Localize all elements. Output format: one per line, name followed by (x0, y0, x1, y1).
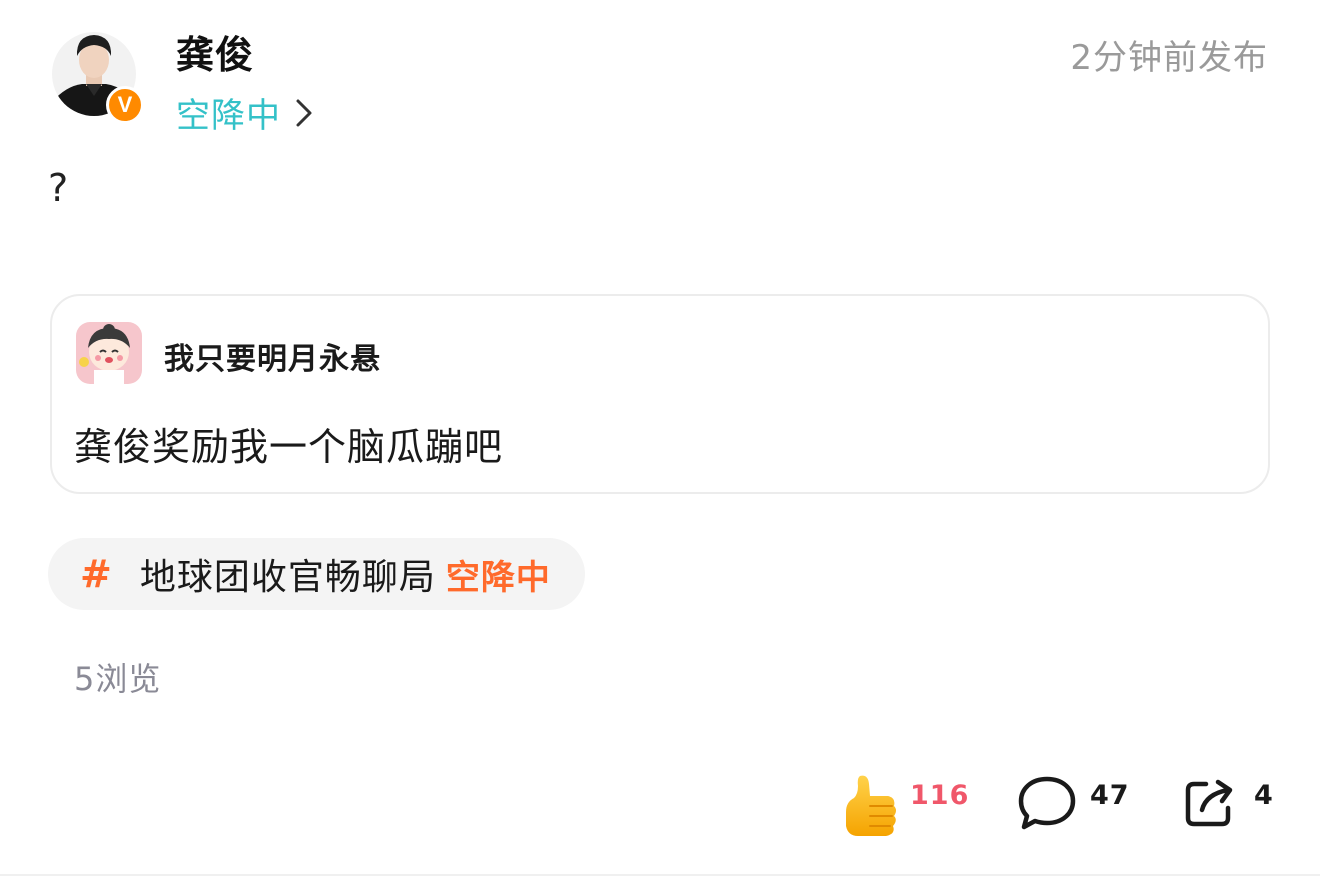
status-label: 空降中 (176, 96, 281, 136)
post-time: 2分钟前发布 (1070, 38, 1268, 78)
comment-button[interactable]: 47 (1016, 774, 1130, 832)
quoted-post-card[interactable]: 我只要明月永悬 龚俊奖励我一个脑瓜蹦吧 (50, 294, 1270, 494)
quoted-text: 龚俊奖励我一个脑瓜蹦吧 (74, 425, 504, 469)
topic-pill[interactable]: # 地球团收官畅聊局 空降中 (48, 538, 585, 610)
view-count: 5浏览 (74, 660, 162, 698)
post-text: ? (48, 166, 69, 210)
like-count: 116 (910, 780, 970, 811)
author-name[interactable]: 龚俊 (176, 24, 254, 79)
verified-badge: V (106, 86, 144, 124)
like-button[interactable]: 116 (840, 772, 969, 838)
share-arrow-icon (1185, 779, 1233, 827)
topic-status-tag: 空降中 (445, 557, 551, 598)
hashtag-icon: # (80, 552, 112, 596)
topic-name: 地球团收官畅聊局 (139, 557, 436, 598)
author-status[interactable]: 空降中 (176, 88, 313, 137)
chevron-right-icon (296, 99, 312, 126)
thumbs-up-icon (846, 775, 896, 836)
quoted-user-avatar[interactable] (76, 322, 142, 384)
share-button[interactable]: 4 (1184, 776, 1274, 828)
speech-bubble-icon (1018, 776, 1076, 830)
share-count: 4 (1254, 780, 1274, 811)
post-detail: V 龚俊 空降中 2分钟前发布 ? 我只要明月永悬 龚俊奖励我一个脑瓜蹦吧 # … (0, 0, 1320, 877)
divider (0, 874, 1320, 876)
quoted-username[interactable]: 我只要明月永悬 (164, 334, 381, 378)
comment-count: 47 (1090, 780, 1130, 811)
